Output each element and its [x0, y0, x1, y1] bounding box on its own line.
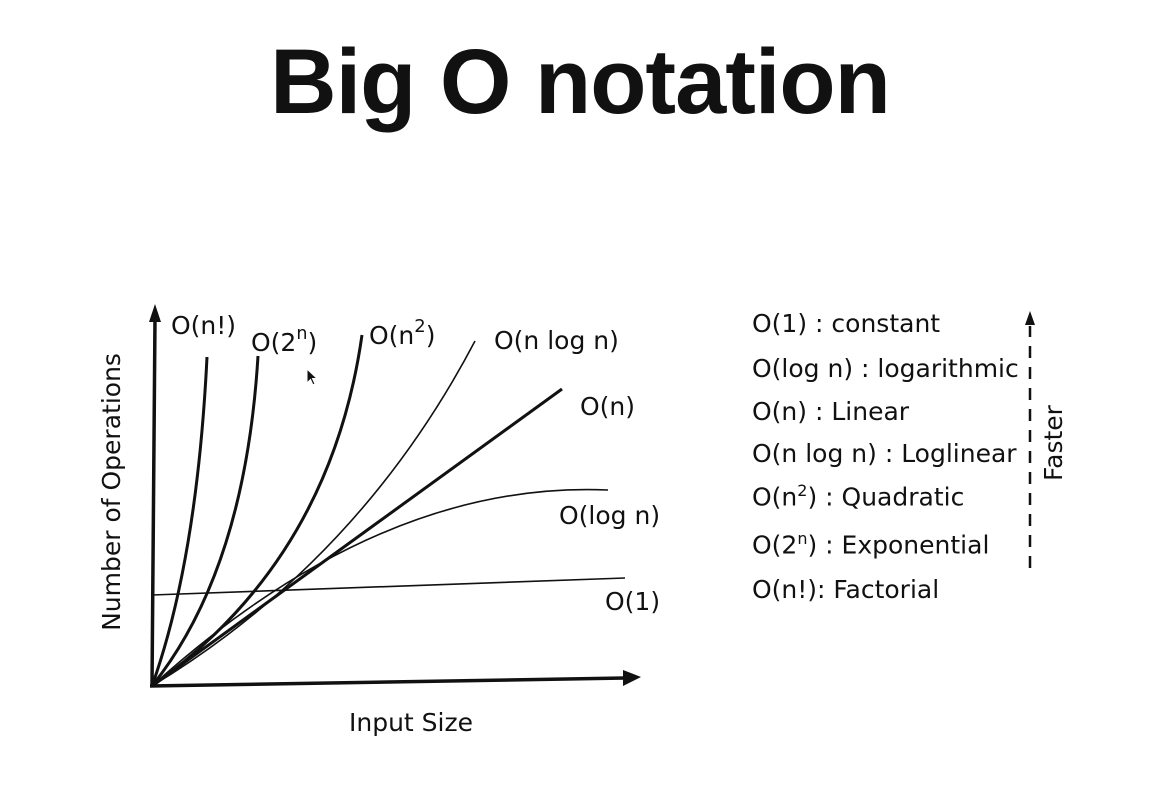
y-axis-arrowhead [149, 304, 161, 322]
label-nlogn: O(n log n) [494, 326, 619, 355]
curve-nlogn [151, 340, 476, 687]
legend-row-exponential: O(2n) : Exponential [752, 529, 990, 560]
label-linear: O(n) [580, 392, 635, 421]
label-log: O(log n) [559, 501, 660, 530]
legend-row-constant: O(1) : constant [752, 309, 941, 338]
legend-row-loglinear: O(n log n) : Loglinear [752, 439, 1017, 468]
y-axis [150, 317, 157, 687]
x-axis-arrowhead [623, 670, 641, 686]
legend-row-linear: O(n) : Linear [752, 397, 910, 426]
label-exponential: O(2n) [251, 324, 317, 357]
x-axis [149, 676, 626, 688]
y-axis-label: Number of Operations [97, 353, 126, 631]
curve-linear [151, 387, 563, 688]
mouse-cursor-icon [306, 367, 319, 386]
x-axis-label: Input Size [349, 708, 473, 737]
label-quadratic: O(n2) [369, 316, 436, 350]
legend-row-logarithmic: O(log n) : logarithmic [752, 354, 1019, 383]
legend-row-quadratic: O(n2) : Quadratic [752, 481, 965, 512]
faster-arrow-head [1025, 311, 1035, 325]
label-constant: O(1) [605, 587, 660, 616]
legend-row-factorial: O(n!): Factorial [752, 575, 940, 604]
curve-constant [151, 577, 626, 596]
faster-label: Faster [1039, 404, 1068, 481]
label-factorial: O(n!) [171, 311, 236, 340]
big-o-diagram: Number of Operations Input Size O(n!) O(… [97, 304, 1068, 737]
curve-factorial [150, 356, 209, 687]
